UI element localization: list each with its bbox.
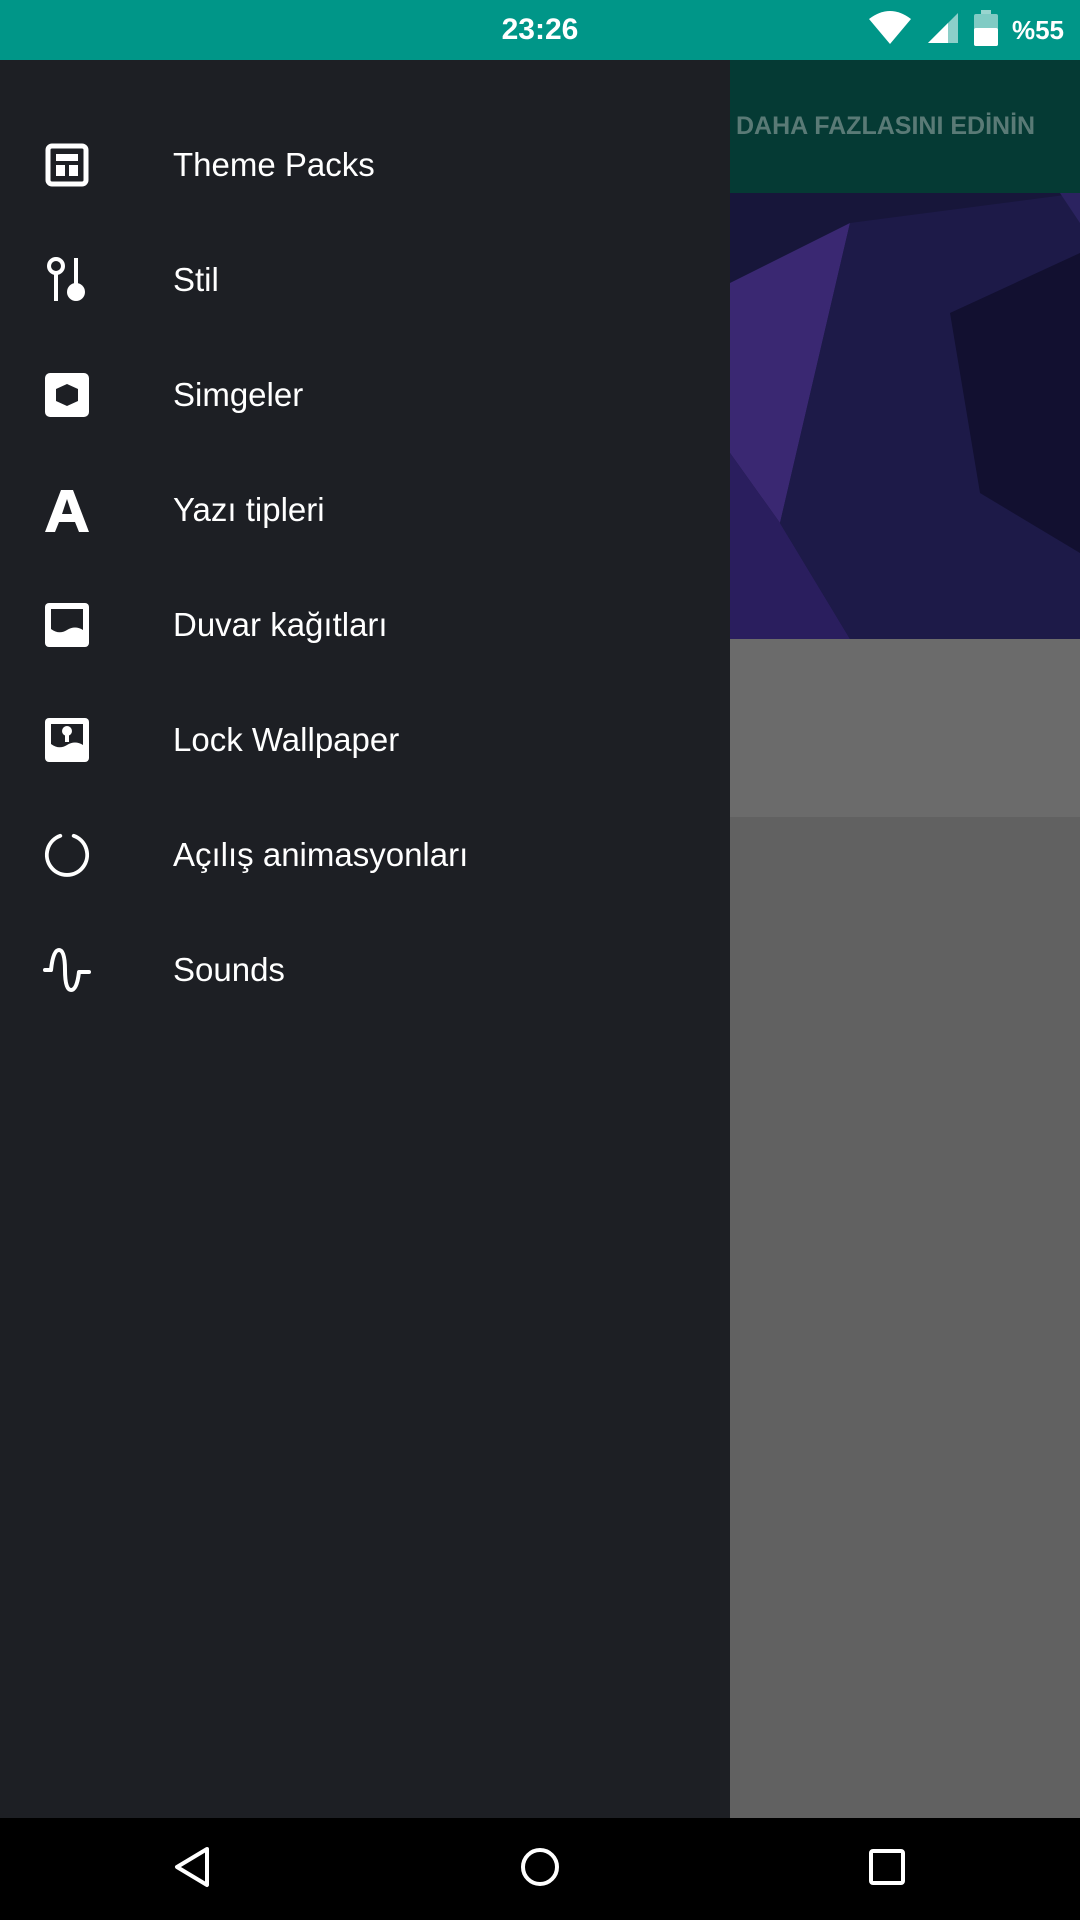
drawer-item-sounds[interactable]: Sounds — [0, 912, 730, 1027]
background-app[interactable]: DAHA FAZLASINI EDİNİN — [730, 60, 1080, 1818]
battery-icon — [973, 9, 998, 51]
system-nav-bar — [0, 1818, 1080, 1920]
drawer-item-boot-animations[interactable]: Açılış animasyonları — [0, 797, 730, 912]
battery-percent: %55 — [1011, 14, 1064, 45]
drawer-item-lock-wallpaper[interactable]: Lock Wallpaper — [0, 682, 730, 797]
status-icons: %55 — [868, 0, 1064, 60]
drawer-item-label: Sounds — [173, 950, 285, 988]
sounds-icon — [43, 946, 91, 994]
drawer-item-label: Yazı tipleri — [173, 490, 325, 528]
theme-packs-icon — [43, 141, 91, 189]
drawer-item-style[interactable]: Stil — [0, 222, 730, 337]
drawer-item-label: Simgeler — [173, 375, 304, 413]
back-button[interactable] — [132, 1818, 252, 1920]
boot-animation-icon — [43, 831, 91, 879]
drawer-item-wallpapers[interactable]: Duvar kağıtları — [0, 567, 730, 682]
font-icon — [43, 486, 91, 534]
status-bar: 23:26 %55 — [0, 0, 1080, 60]
style-icon — [43, 256, 91, 304]
background-banner-image — [730, 193, 1080, 639]
drawer-item-label: Lock Wallpaper — [173, 720, 400, 758]
home-button[interactable] — [480, 1818, 600, 1920]
signal-icon — [926, 11, 960, 50]
drawer-item-icons[interactable]: Simgeler — [0, 337, 730, 452]
background-toolbar: DAHA FAZLASINI EDİNİN — [730, 60, 1080, 193]
back-icon — [172, 1846, 212, 1893]
drawer-item-label: Stil — [173, 260, 219, 298]
drawer-item-label: Theme Packs — [173, 145, 375, 183]
navigation-drawer: Theme Packs Stil Simgeler Yazı tipleri D… — [0, 60, 730, 1818]
recents-button[interactable] — [827, 1818, 947, 1920]
lock-wallpaper-icon — [43, 716, 91, 764]
get-more-button[interactable]: DAHA FAZLASINI EDİNİN — [736, 60, 1035, 193]
drawer-item-theme-packs[interactable]: Theme Packs — [0, 107, 730, 222]
wifi-icon — [868, 10, 912, 50]
icons-icon — [43, 371, 91, 419]
drawer-item-fonts[interactable]: Yazı tipleri — [0, 452, 730, 567]
background-content-strip — [730, 639, 1080, 817]
home-icon — [519, 1846, 561, 1893]
recents-icon — [868, 1848, 906, 1891]
drawer-item-label: Duvar kağıtları — [173, 605, 388, 643]
wallpaper-icon — [43, 601, 91, 649]
drawer-item-label: Açılış animasyonları — [173, 835, 469, 873]
